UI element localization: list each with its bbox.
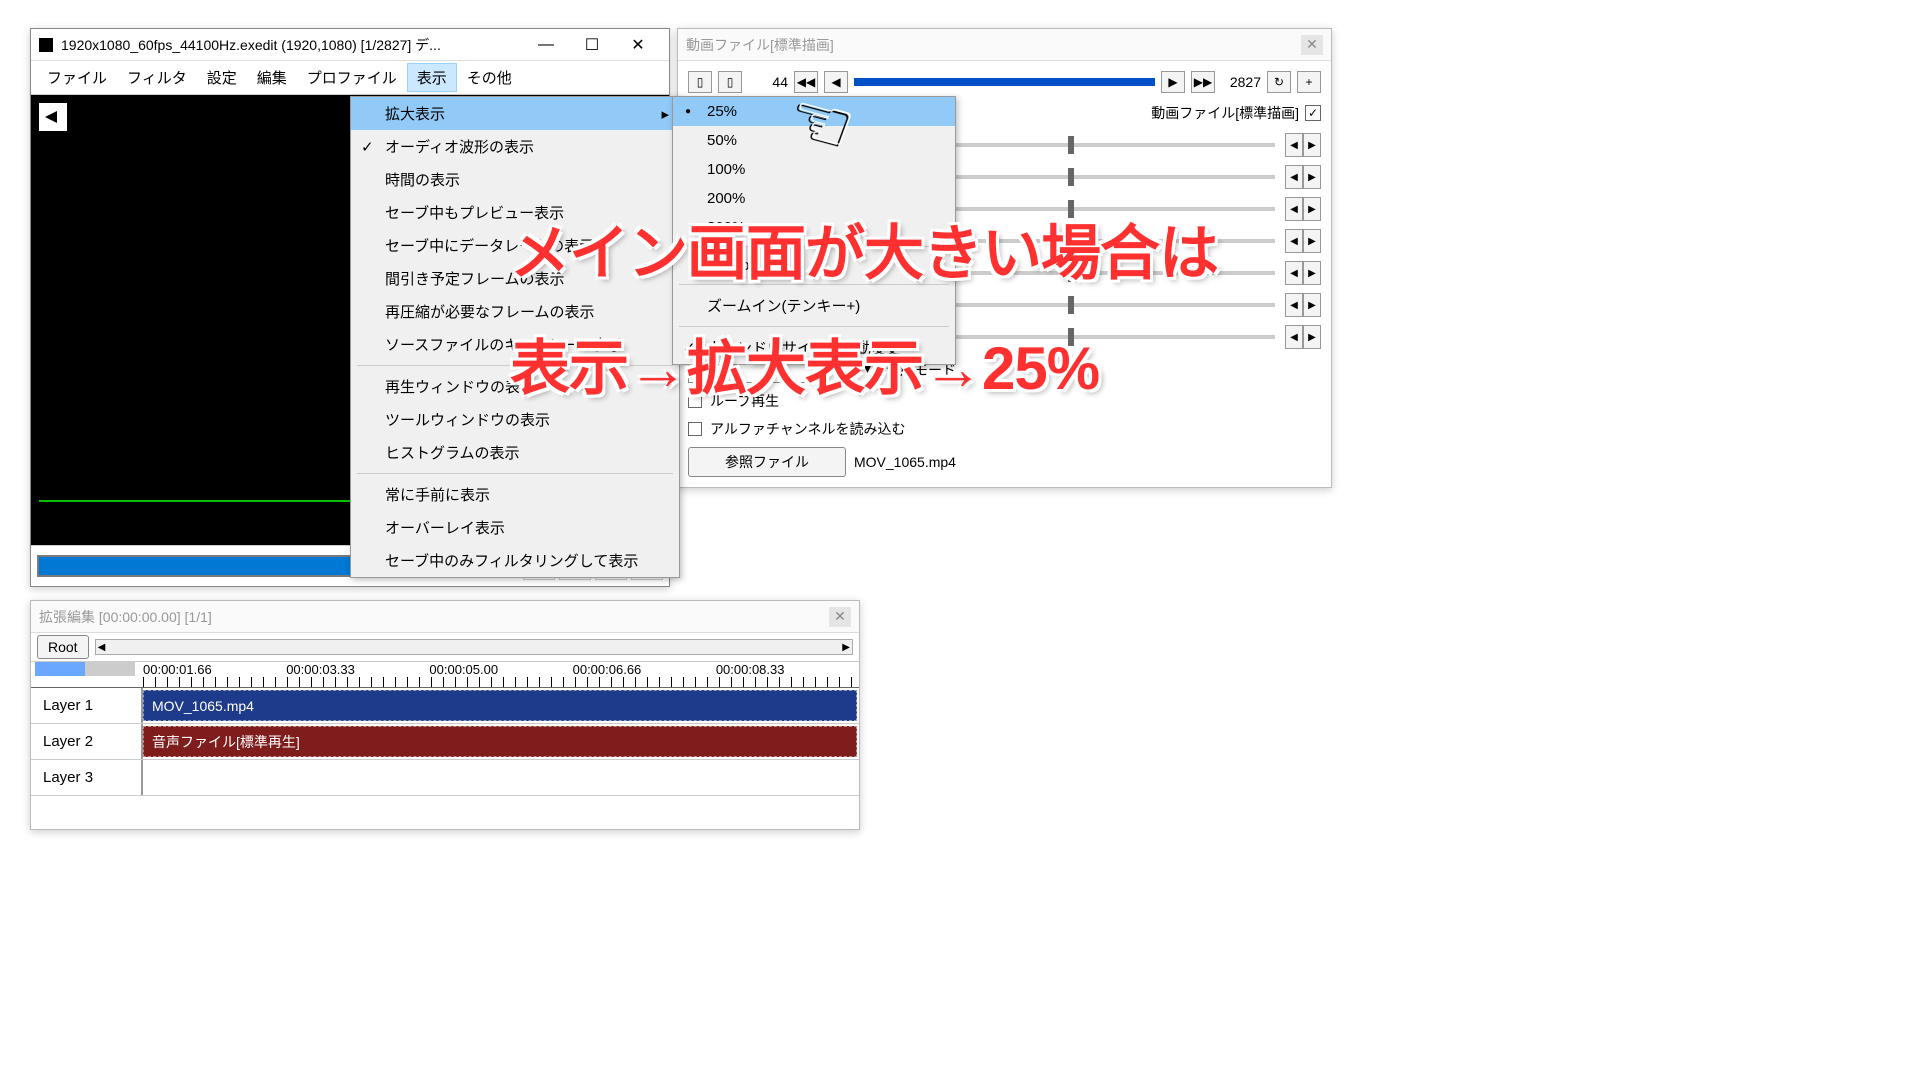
- alpha-checkbox[interactable]: [688, 422, 702, 436]
- menu-overlay[interactable]: オーバーレイ表示: [351, 511, 679, 544]
- arrow-left-icon[interactable]: ◀: [1285, 293, 1303, 317]
- maximize-button[interactable]: ☐: [569, 30, 615, 60]
- close-button[interactable]: ✕: [829, 607, 851, 627]
- ruler-tick: 00:00:03.33: [286, 662, 429, 677]
- layer-1-label[interactable]: Layer 1: [31, 688, 143, 723]
- arrow-left-icon[interactable]: ◀: [1285, 165, 1303, 189]
- arrow-right-icon[interactable]: ▶: [1303, 133, 1321, 157]
- arrow-left-icon[interactable]: ◀: [1285, 229, 1303, 253]
- menu-edit[interactable]: 編集: [247, 63, 297, 92]
- arrow-right-icon[interactable]: ▶: [1303, 229, 1321, 253]
- layer-1: Layer 1 MOV_1065.mp4: [31, 688, 859, 724]
- timeline-scrollbar[interactable]: ◀▶: [95, 639, 853, 655]
- main-title: 1920x1080_60fps_44100Hz.exedit (1920,108…: [61, 35, 523, 55]
- frame-current: 44: [748, 74, 788, 90]
- seek-icon[interactable]: ▯: [688, 71, 712, 93]
- next-button[interactable]: ▶: [1161, 71, 1185, 93]
- alpha-label: アルファチャンネルを読み込む: [710, 419, 905, 439]
- object-type-label: 動画ファイル[標準描画]: [1151, 103, 1299, 123]
- layer-2-label[interactable]: Layer 2: [31, 724, 143, 759]
- menu-histogram[interactable]: ヒストグラムの表示: [351, 436, 679, 469]
- arrow-right-icon[interactable]: ▶: [1303, 165, 1321, 189]
- clip-audio[interactable]: 音声ファイル[標準再生]: [143, 726, 857, 757]
- timeline-toolbar: Root ◀▶: [31, 633, 859, 662]
- menu-separator: [357, 473, 673, 474]
- app-icon: [39, 38, 53, 52]
- frame-total: 2827: [1221, 74, 1261, 90]
- zoom-strip[interactable]: [35, 662, 135, 676]
- annotation-line2: 表示→拡大表示→25%: [510, 320, 1099, 407]
- seek-bar[interactable]: [854, 78, 1155, 86]
- menubar: ファイル フィルタ 設定 編集 プロファイル 表示 その他: [31, 61, 669, 95]
- object-enable-checkbox[interactable]: ✓: [1305, 105, 1321, 121]
- layer-3: Layer 3: [31, 760, 859, 796]
- menu-profile[interactable]: プロファイル: [297, 63, 407, 92]
- add-button[interactable]: +: [1297, 71, 1321, 93]
- menu-file[interactable]: ファイル: [37, 63, 117, 92]
- root-button[interactable]: Root: [37, 635, 89, 659]
- reference-file-button[interactable]: 参照ファイル: [688, 447, 846, 477]
- menu-zoom[interactable]: 拡大表示: [351, 97, 679, 130]
- close-button[interactable]: ✕: [615, 30, 661, 60]
- properties-title: 動画ファイル[標準描画]: [686, 35, 1301, 55]
- alpha-row: アルファチャンネルを読み込む: [688, 415, 1321, 443]
- annotation-line1: メイン画面が大きい場合は: [510, 205, 1218, 292]
- ruler-tick: 00:00:05.00: [429, 662, 572, 677]
- arrow-left-icon[interactable]: ◀: [1285, 133, 1303, 157]
- clip-video[interactable]: MOV_1065.mp4: [143, 690, 857, 721]
- menu-audio-wave[interactable]: オーディオ波形の表示: [351, 130, 679, 163]
- main-titlebar[interactable]: 1920x1080_60fps_44100Hz.exedit (1920,108…: [31, 29, 669, 61]
- menu-save-filter[interactable]: セーブ中のみフィルタリングして表示: [351, 544, 679, 577]
- reference-filename: MOV_1065.mp4: [854, 454, 956, 470]
- menu-other[interactable]: その他: [457, 63, 522, 92]
- timeline-window: 拡張編集 [00:00:00.00] [1/1] ✕ Root ◀▶ 00:00…: [30, 600, 860, 830]
- arrow-left-icon[interactable]: ◀: [1285, 197, 1303, 221]
- menu-settings[interactable]: 設定: [197, 63, 247, 92]
- arrow-left-icon[interactable]: ◀: [1285, 325, 1303, 349]
- reload-icon[interactable]: ↻: [1267, 71, 1291, 93]
- ruler-tick: 00:00:01.66: [143, 662, 286, 677]
- ruler-tick: 00:00:06.66: [573, 662, 716, 677]
- home-icon[interactable]: [39, 103, 67, 131]
- timeline-titlebar[interactable]: 拡張編集 [00:00:00.00] [1/1] ✕: [31, 601, 859, 633]
- minimize-button[interactable]: —: [523, 30, 569, 60]
- properties-titlebar[interactable]: 動画ファイル[標準描画] ✕: [678, 29, 1331, 61]
- menu-filter[interactable]: フィルタ: [117, 63, 197, 92]
- layer-2: Layer 2 音声ファイル[標準再生]: [31, 724, 859, 760]
- arrow-right-icon[interactable]: ▶: [1303, 197, 1321, 221]
- arrow-right-icon[interactable]: ▶: [1303, 261, 1321, 285]
- timeline-ruler[interactable]: 00:00:01.66 00:00:03.33 00:00:05.00 00:0…: [31, 662, 859, 688]
- forward-button[interactable]: ▶▶: [1191, 71, 1215, 93]
- menu-time[interactable]: 時間の表示: [351, 163, 679, 196]
- arrow-right-icon[interactable]: ▶: [1303, 325, 1321, 349]
- menu-view[interactable]: 表示: [407, 63, 457, 92]
- close-button[interactable]: ✕: [1301, 35, 1323, 55]
- ruler-tick: 00:00:08.33: [716, 662, 859, 677]
- timeline-title: 拡張編集 [00:00:00.00] [1/1]: [39, 607, 829, 627]
- arrow-right-icon[interactable]: ▶: [1303, 293, 1321, 317]
- menu-tool-window[interactable]: ツールウィンドウの表示: [351, 403, 679, 436]
- reference-row: 参照ファイル MOV_1065.mp4: [688, 443, 1321, 481]
- menu-always-top[interactable]: 常に手前に表示: [351, 478, 679, 511]
- layer-3-label[interactable]: Layer 3: [31, 760, 143, 795]
- zoom-in[interactable]: ズームイン(テンキー+): [673, 289, 955, 322]
- seek-icon[interactable]: ▯: [718, 71, 742, 93]
- arrow-left-icon[interactable]: ◀: [1285, 261, 1303, 285]
